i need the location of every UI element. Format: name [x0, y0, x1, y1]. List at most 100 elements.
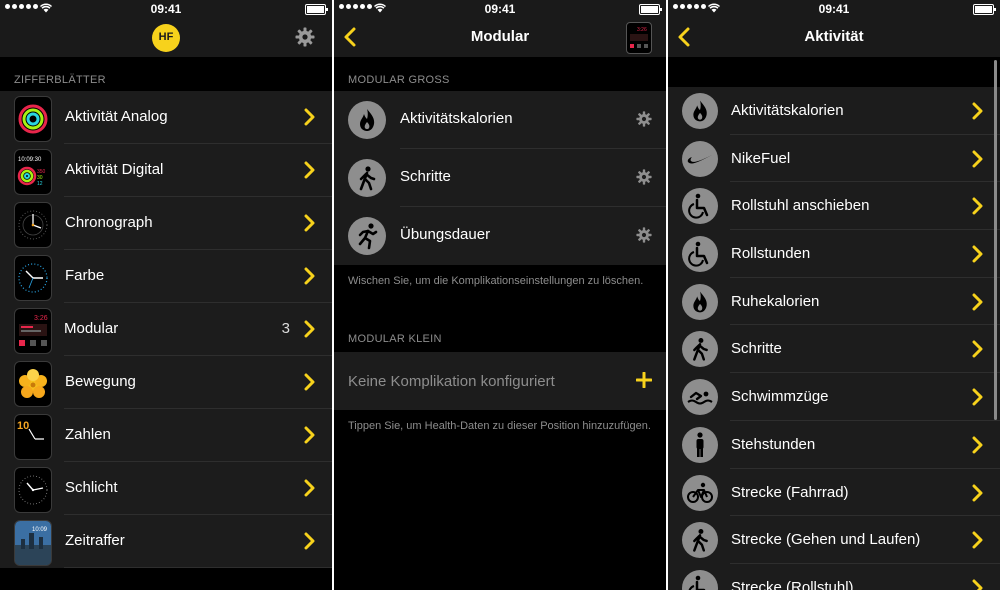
- activity-row[interactable]: Rollstunden: [668, 230, 1000, 278]
- activity-label: Rollstunden: [731, 245, 811, 263]
- activity-row[interactable]: Schritte: [668, 325, 1000, 374]
- status-bar: 09:41: [0, 0, 332, 18]
- activity-list: Aktivitätskalorien NikeFuel Rollstuhl ansc…: [668, 87, 1000, 590]
- activity-label: Strecke (Gehen und Laufen): [731, 531, 921, 549]
- chevron-right-icon: [972, 531, 983, 549]
- section-header-small: MODULAR KLEIN: [334, 320, 666, 352]
- complication-row-exercise[interactable]: Übungsdauer: [334, 207, 666, 265]
- battery-icon: [639, 4, 662, 15]
- activity-row[interactable]: Strecke (Fahrrad): [668, 469, 1000, 517]
- scrollbar[interactable]: [994, 60, 997, 420]
- face-row-chronograph[interactable]: Chronograph: [0, 197, 332, 250]
- chevron-right-icon: [304, 426, 315, 444]
- thumb-time: 3:26: [34, 315, 48, 322]
- face-row-modular[interactable]: 3:26 Modular 3: [0, 303, 332, 356]
- face-label: Farbe: [65, 267, 105, 284]
- flame-icon: [682, 283, 718, 320]
- face-row-numerals[interactable]: 10 Zahlen: [0, 409, 332, 462]
- activity-row[interactable]: Rollstuhl anschieben: [668, 182, 1000, 231]
- face-label: Aktivität Digital: [65, 161, 164, 178]
- face-row-simple[interactable]: Schlicht: [0, 462, 332, 515]
- thumb-time: 3:26: [637, 27, 647, 33]
- activity-label: Strecke (Rollstuhl): [731, 578, 854, 590]
- face-label: Bewegung: [65, 373, 136, 390]
- face-row-activity-digital[interactable]: 10:09:30 350 30 12 Aktivität Digital: [0, 144, 332, 197]
- activity-label: Rollstuhl anschieben: [731, 197, 870, 215]
- face-label: Aktivität Analog: [65, 108, 168, 125]
- complication-row-active-calories[interactable]: Aktivitätskalorien: [334, 91, 666, 149]
- complication-row-steps[interactable]: Schritte: [334, 149, 666, 207]
- modular-face-preview-icon: 3:26: [626, 22, 652, 54]
- face-label: Modular: [64, 320, 119, 337]
- nav-bar: HF: [0, 18, 332, 57]
- gear-icon[interactable]: [636, 111, 652, 127]
- chevron-right-icon: [972, 245, 983, 263]
- activity-row[interactable]: Aktivitätskalorien: [668, 87, 1000, 135]
- gear-icon[interactable]: [636, 227, 652, 243]
- status-time: 09:41: [150, 2, 182, 16]
- activity-row[interactable]: Ruhekalorien: [668, 278, 1000, 326]
- thumb-time: 10:09:30: [18, 157, 42, 163]
- chevron-right-icon: [304, 267, 315, 285]
- activity-row[interactable]: Strecke (Gehen und Laufen): [668, 516, 1000, 564]
- complication-label: Übungsdauer: [400, 226, 491, 243]
- page-title: Aktivität: [804, 28, 864, 45]
- activity-analog-face-icon: [14, 96, 52, 142]
- activity-row[interactable]: Schwimmzüge: [668, 373, 1000, 421]
- complication-label: Schritte: [400, 168, 451, 185]
- face-row-motion[interactable]: Bewegung: [0, 356, 332, 409]
- nav-bar: Modular 3:26: [334, 18, 666, 57]
- battery-icon: [973, 4, 996, 15]
- flame-icon: [682, 93, 718, 129]
- activity-row[interactable]: Stehstunden: [668, 421, 1000, 469]
- chevron-right-icon: [304, 532, 315, 550]
- section-header-faces: ZIFFERBLÄTTER: [0, 57, 332, 91]
- face-label: Chronograph: [65, 214, 153, 231]
- chevron-right-icon: [972, 388, 983, 406]
- chevron-right-icon: [972, 484, 983, 501]
- watch-faces-screen: 09:41 HF ZIFFERBLÄTTER Aktivität Analog: [0, 0, 332, 590]
- activity-label: Strecke (Fahrrad): [731, 483, 849, 501]
- large-complications-list: Aktivitätskalorien Schritte Übungsdauer: [334, 91, 666, 265]
- chronograph-face-icon: [14, 202, 52, 248]
- chevron-right-icon: [972, 293, 983, 311]
- chevron-right-icon: [972, 579, 983, 590]
- activity-row[interactable]: Strecke (Rollstuhl): [668, 564, 1000, 590]
- section-header-large: MODULAR GROSS: [334, 57, 666, 91]
- modular-settings-screen: 09:41 Modular 3:26 MODULAR GROSS Aktivit…: [334, 0, 666, 590]
- complication-count: 3: [281, 320, 290, 337]
- add-complication-row[interactable]: Keine Komplikation konfiguriert: [334, 352, 666, 410]
- gear-icon[interactable]: [636, 169, 652, 185]
- plus-icon[interactable]: [636, 372, 652, 388]
- face-row-activity-analog[interactable]: Aktivität Analog: [0, 91, 332, 144]
- chevron-right-icon: [304, 373, 315, 391]
- tap-hint: Tippen Sie, um Health-Daten zu dieser Po…: [348, 420, 651, 432]
- numerals-face-icon: 10: [14, 414, 52, 460]
- face-row-color[interactable]: Farbe: [0, 250, 332, 303]
- nav-bar: Aktivität: [668, 18, 1000, 57]
- chevron-right-icon: [304, 108, 315, 126]
- bicycle-icon: [682, 474, 718, 511]
- status-time: 09:41: [484, 2, 516, 16]
- activity-label: Stehstunden: [731, 435, 816, 453]
- activity-label: Schwimmzüge: [731, 388, 829, 406]
- activity-label: Ruhekalorien: [731, 292, 820, 310]
- face-label: Zeitraffer: [65, 532, 125, 549]
- chevron-right-icon: [972, 340, 983, 358]
- face-row-timelapse[interactable]: 10:09 Zeitraffer: [0, 515, 332, 568]
- battery-icon: [305, 4, 328, 15]
- swipe-hint: Wischen Sie, um die Komplikationseinstel…: [348, 275, 644, 287]
- chevron-right-icon: [304, 320, 315, 338]
- chevron-right-icon: [304, 479, 315, 497]
- status-bar: 09:41: [668, 0, 1000, 18]
- activity-label: Aktivitätskalorien: [731, 102, 844, 119]
- faces-list: Aktivität Analog 10:09:30 350 30 12 Akti…: [0, 91, 332, 568]
- activity-digital-face-icon: 10:09:30 350 30 12: [14, 149, 52, 195]
- gear-icon[interactable]: [295, 27, 315, 47]
- chevron-right-icon: [972, 150, 983, 168]
- thumb-time: 10:09: [32, 527, 48, 533]
- motion-face-icon: [14, 361, 52, 407]
- activity-row[interactable]: NikeFuel: [668, 135, 1000, 183]
- status-bar: 09:41: [334, 0, 666, 18]
- page-title: Modular: [470, 28, 530, 45]
